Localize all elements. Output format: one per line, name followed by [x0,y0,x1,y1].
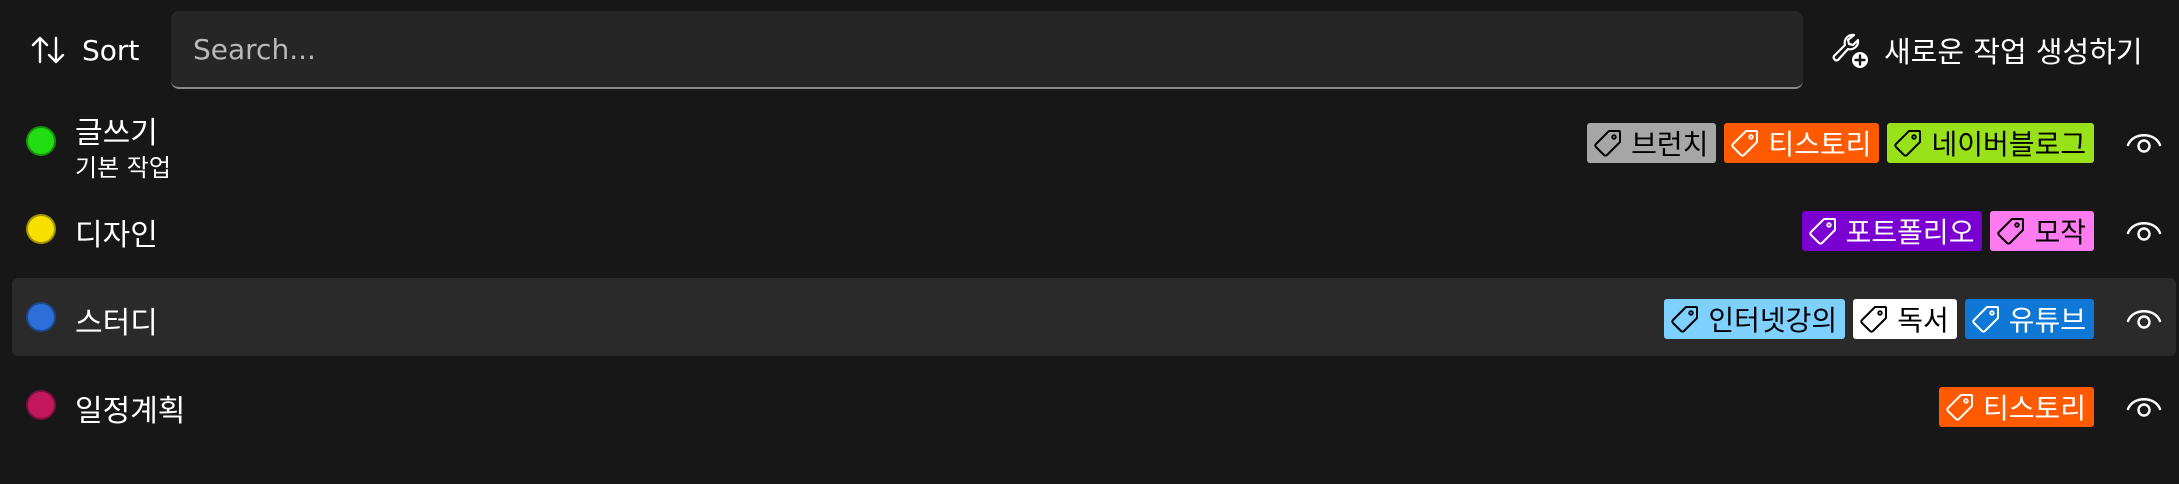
tag-icon [1671,306,1699,333]
tag-icon [1997,218,2025,245]
eye-icon[interactable] [2124,298,2164,338]
tag-label: 독서 [1897,304,1949,337]
task-row[interactable]: 일정계획 티스토리 [12,366,2176,444]
tag-icon [1946,394,1973,421]
tag-icon [1894,130,1922,157]
tag-label: 유튜브 [2008,304,2086,337]
tag-list: 포트폴리오 모작 [1801,211,2094,251]
tag-label: 티스토리 [1982,392,2086,425]
eye-icon[interactable] [2124,122,2164,162]
task-color-dot [26,302,56,332]
tag-chip[interactable]: 브런치 [1587,123,1717,163]
tag-chip[interactable]: 인터넷강의 [1664,299,1846,339]
tag-chip[interactable]: 모작 [1990,211,2094,251]
sort-label: Sort [82,33,140,67]
tag-icon [1731,130,1759,157]
eye-icon[interactable] [2124,210,2164,250]
task-color-dot [26,126,56,156]
task-subtitle: 기본 작업 [75,154,171,182]
search-input[interactable] [171,11,1803,87]
wrench-add-icon [1832,33,1868,68]
new-task-button[interactable]: 새로운 작업 생성하기 [1830,22,2143,78]
tag-list: 티스토리 [1938,387,2094,427]
sort-arrows-icon [31,36,65,64]
tag-icon [1809,218,1836,245]
task-row[interactable]: 스터디 인터넷강의 독서 유튜브 [12,278,2176,356]
tag-list: 브런치 티스토리 네이버블로그 [1587,123,2094,163]
tag-chip[interactable]: 독서 [1853,299,1957,339]
eye-icon[interactable] [2124,386,2164,426]
task-color-dot [26,390,56,420]
tag-label: 네이버블로그 [1931,128,2086,161]
search-box [171,11,1803,89]
task-name: 스터디 [75,306,158,341]
task-name: 디자인 [75,218,158,253]
tag-icon [1594,130,1622,157]
tag-label: 티스토리 [1768,128,1872,161]
tag-label: 포트폴리오 [1845,216,1975,249]
task-row[interactable]: 글쓰기기본 작업 브런치 티스토리 네이버블로그 [12,102,2176,182]
tag-chip[interactable]: 유튜브 [1964,299,2094,339]
tag-label: 모작 [2034,216,2086,249]
task-name: 일정계획 [75,394,186,429]
task-color-dot [26,214,56,244]
tag-icon [1860,306,1888,333]
tag-label: 브런치 [1631,128,1709,161]
task-name: 글쓰기 [75,116,158,151]
tag-label: 인터넷강의 [1708,304,1838,337]
tag-icon [1972,306,1999,333]
tag-chip[interactable]: 네이버블로그 [1887,123,2094,163]
sort-button[interactable]: Sort [28,22,139,78]
tag-chip[interactable]: 포트폴리오 [1801,211,1983,251]
tag-chip[interactable]: 티스토리 [1724,123,1880,163]
new-task-label: 새로운 작업 생성하기 [1884,35,2143,69]
tag-chip[interactable]: 티스토리 [1938,387,2094,427]
tag-list: 인터넷강의 독서 유튜브 [1664,299,2094,339]
task-row[interactable]: 디자인 포트폴리오 모작 [12,190,2176,268]
toolbar: Sort 새로운 작업 생성하기 [0,0,2179,100]
